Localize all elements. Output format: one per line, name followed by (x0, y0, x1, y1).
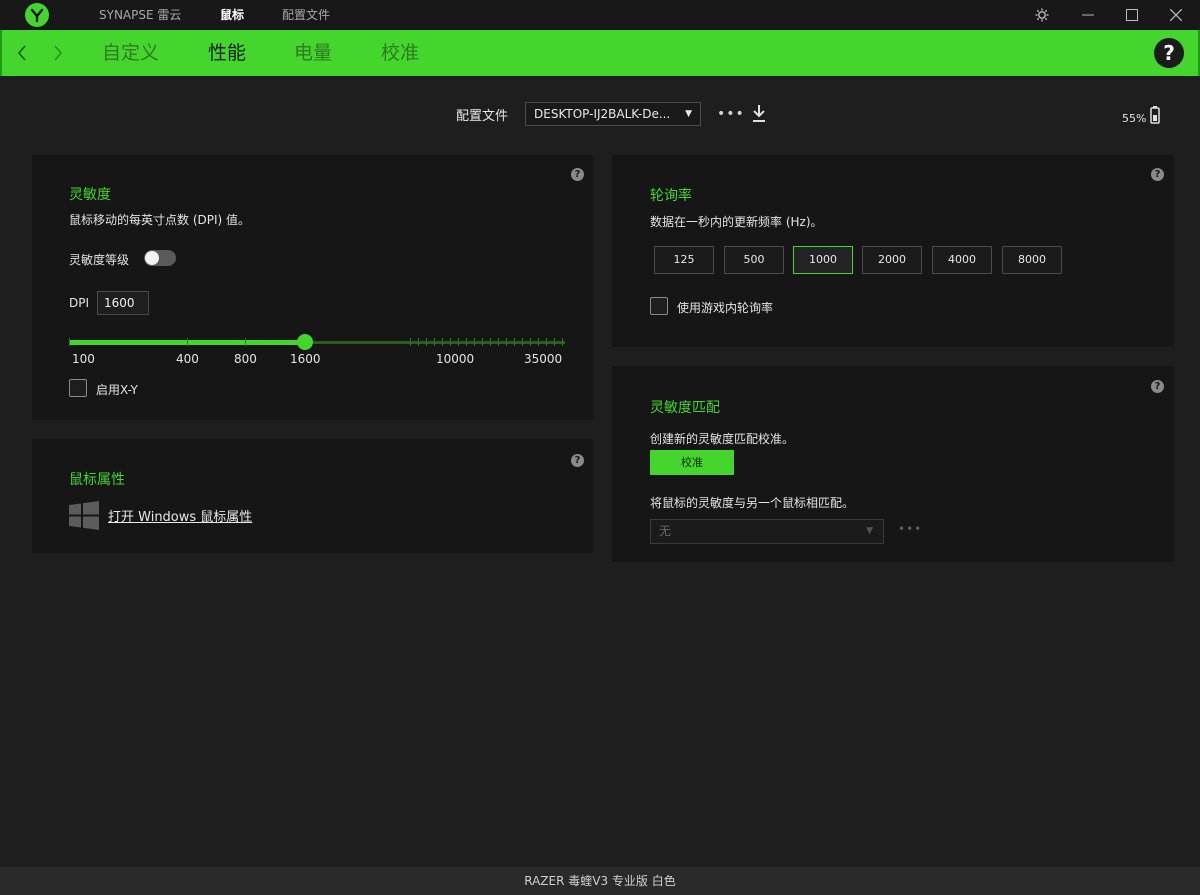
back-icon[interactable] (12, 41, 32, 65)
slider-tick (187, 338, 188, 346)
sensitivity-matching-desc: 创建新的灵敏度匹配校准。 (650, 432, 795, 446)
rate-button-4000[interactable]: 4000 (932, 246, 992, 274)
tab-bar: 自定义 性能 电量 校准 ? (0, 30, 1200, 76)
rate-button-500[interactable]: 500 (724, 246, 784, 274)
open-windows-mouse-properties-link[interactable]: 打开 Windows 鼠标属性 (108, 506, 252, 525)
dpi-label: DPI (69, 296, 90, 310)
battery-percent: 55% (1122, 112, 1147, 125)
slider-label-400: 400 (176, 352, 199, 366)
chevron-down-icon: ▼ (685, 109, 692, 119)
slider-tick (482, 338, 483, 346)
sensitivity-matching-help-icon[interactable]: ? (1151, 380, 1164, 393)
match-mouse-dropdown[interactable]: 无 ▼ (650, 519, 884, 544)
nav-mouse[interactable]: 鼠标 (220, 0, 244, 30)
nav-synapse[interactable]: SYNAPSE 雷云 (99, 0, 181, 30)
chevron-down-icon: ▼ (866, 526, 873, 536)
mouse-properties-title: 鼠标属性 (69, 472, 125, 488)
profile-value: DESKTOP-IJ2BALK-De... (534, 107, 671, 121)
polling-rate-help-icon[interactable]: ? (1151, 168, 1164, 181)
slider-tick (530, 338, 531, 346)
slider-tick (418, 338, 419, 346)
nav-profiles[interactable]: 配置文件 (282, 0, 330, 30)
slider-tick (490, 338, 491, 346)
calibrate-button[interactable]: 校准 (650, 450, 734, 475)
profile-more-icon[interactable]: ••• (717, 106, 745, 122)
rate-button-8000[interactable]: 8000 (1002, 246, 1062, 274)
toggle-knob (145, 251, 159, 265)
slider-tick (474, 338, 475, 346)
polling-rate-title: 轮询率 (650, 188, 692, 204)
slider-tick (514, 338, 515, 346)
slider-tick (466, 338, 467, 346)
slider-tick (245, 338, 246, 346)
rate-button-2000[interactable]: 2000 (862, 246, 922, 274)
tab-calibration[interactable]: 校准 (381, 30, 419, 76)
dpi-input[interactable]: 1600 (97, 291, 149, 315)
razer-logo-icon[interactable] (25, 3, 49, 27)
slider-tick (546, 338, 547, 346)
enable-xy-checkbox[interactable] (69, 379, 87, 397)
profile-dropdown[interactable]: DESKTOP-IJ2BALK-De... ▼ (525, 102, 701, 126)
mouse-properties-help-icon[interactable]: ? (571, 454, 584, 467)
slider-label-800: 800 (234, 352, 257, 366)
slider-tick (69, 338, 70, 346)
battery-icon (1150, 106, 1160, 124)
rate-button-125[interactable]: 125 (654, 246, 714, 274)
slider-tick (442, 338, 443, 346)
forward-icon[interactable] (48, 41, 68, 65)
enable-xy-label: 启用X-Y (96, 383, 138, 397)
dpi-slider-handle[interactable] (297, 334, 313, 350)
download-icon[interactable] (751, 104, 767, 124)
mouse-properties-panel (32, 439, 593, 553)
ingame-polling-checkbox[interactable] (650, 297, 668, 315)
title-bar: SYNAPSE 雷云 鼠标 配置文件 (0, 0, 1200, 30)
slider-tick (458, 338, 459, 346)
close-icon[interactable] (1162, 0, 1190, 30)
device-footer: RAZER 毒蝰V3 专业版 白色 (0, 867, 1200, 895)
sensitivity-stages-label: 灵敏度等级 (69, 253, 130, 267)
profile-label: 配置文件 (456, 109, 509, 124)
match-mouse-value: 无 (659, 524, 672, 538)
maximize-icon[interactable] (1118, 0, 1146, 30)
tab-power[interactable]: 电量 (294, 30, 332, 76)
match-more-icon[interactable]: ••• (898, 522, 922, 536)
slider-tick (450, 338, 451, 346)
polling-rate-desc: 数据在一秒内的更新频率 (Hz)。 (650, 215, 823, 229)
slider-tick (506, 338, 507, 346)
slider-tick (522, 338, 523, 346)
sensitivity-title: 灵敏度 (69, 187, 111, 203)
sensitivity-stages-toggle[interactable] (144, 250, 176, 266)
tab-customize[interactable]: 自定义 (102, 30, 159, 76)
slider-tick (410, 338, 411, 346)
slider-tick (498, 338, 499, 346)
slider-tick (538, 338, 539, 346)
match-mouse-desc: 将鼠标的灵敏度与另一个鼠标相匹配。 (650, 496, 855, 510)
slider-label-100: 100 (72, 352, 95, 366)
slider-tick (562, 338, 563, 346)
slider-tick (434, 338, 435, 346)
settings-icon[interactable] (1028, 0, 1056, 30)
slider-tick (426, 338, 427, 346)
windows-logo-icon (69, 501, 99, 530)
minimize-icon[interactable] (1074, 0, 1102, 30)
slider-label-10000: 10000 (436, 352, 475, 366)
ingame-polling-label: 使用游戏内轮询率 (677, 301, 774, 315)
slider-tick (554, 338, 555, 346)
help-icon[interactable]: ? (1154, 38, 1184, 68)
slider-label-1600: 1600 (290, 352, 321, 366)
slider-label-35000: 35000 (524, 352, 563, 366)
sensitivity-help-icon[interactable]: ? (571, 168, 584, 181)
sensitivity-desc: 鼠标移动的每英寸点数 (DPI) 值。 (69, 213, 251, 227)
sensitivity-matching-title: 灵敏度匹配 (650, 400, 720, 416)
tab-performance[interactable]: 性能 (208, 30, 246, 76)
rate-button-1000[interactable]: 1000 (793, 246, 853, 274)
